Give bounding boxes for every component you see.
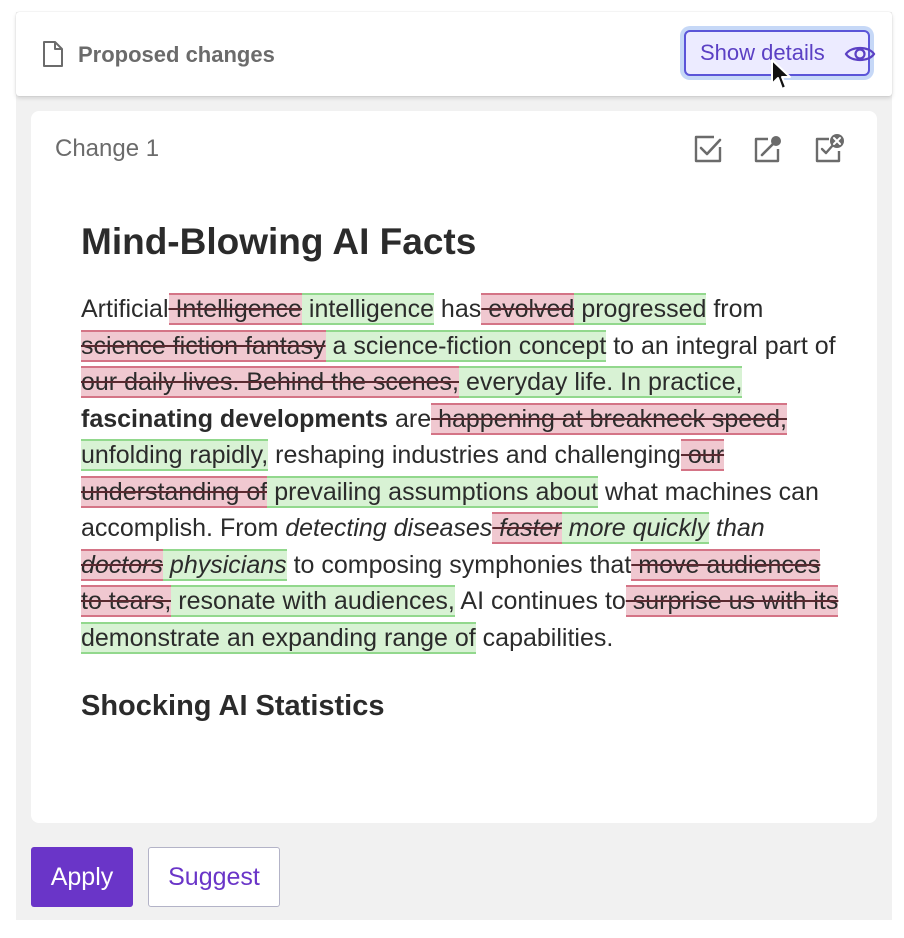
italic-text: detecting diseases [285, 514, 493, 542]
plain-text: AI continues to [454, 587, 626, 615]
share-icon [754, 136, 781, 163]
change-label: Change 1 [55, 135, 160, 162]
insertion-span: more quickly [561, 512, 710, 544]
deletion-span: Intelligence [168, 293, 302, 325]
share-change-button[interactable] [752, 133, 784, 165]
insertion-span: a science-fiction concept [325, 329, 607, 362]
deletion-span: science fiction fantasy [81, 329, 326, 362]
discard-change-button[interactable] [813, 133, 845, 165]
plain-text: capabilities. [475, 623, 614, 652]
plain-text: reshaping industries and challenging [268, 441, 681, 469]
article-subheading: Shocking AI Statistics [81, 690, 385, 722]
insertion-span: everyday life. In practice, [459, 366, 743, 398]
deletion-span: evolved [481, 293, 575, 325]
article-heading: Mind-Blowing AI Facts [81, 221, 477, 262]
deletion-span: surprise us with its [625, 585, 839, 617]
insertion-span: physicians [162, 548, 287, 581]
plain-text: to an integral part of [606, 331, 836, 360]
plain-text: Artificial [81, 295, 169, 323]
deletion-span: our daily lives. Behind the scenes, [81, 366, 459, 398]
show-details-label: Show details [700, 40, 825, 65]
deletion-span: doctors [81, 548, 163, 581]
accept-change-button[interactable] [692, 133, 724, 165]
deletion-span: faster [492, 512, 562, 544]
insertion-span: demonstrate an expanding range of [81, 621, 476, 654]
insertion-span: resonate with audiences, [171, 585, 455, 617]
eye-icon [844, 46, 876, 62]
accept-icon [694, 135, 722, 163]
panel-header: Proposed changes Show details [16, 12, 892, 96]
deletion-span: happening at breakneck speed, [431, 402, 787, 435]
panel-title: Proposed changes [78, 42, 275, 67]
suggest-button[interactable]: Suggest [148, 847, 280, 907]
change-card: Change 1 Mind-Blowing AI Facts Artificia… [31, 111, 877, 823]
plain-text: to composing symphonies that [286, 550, 632, 579]
plain-text: has [433, 295, 482, 323]
italic-text: than [709, 514, 765, 542]
mouse-cursor-icon [771, 59, 791, 90]
insertion-span: unfolding rapidly, [81, 439, 269, 471]
change-content: Mind-Blowing AI Facts Artificial Intelli… [81, 219, 841, 723]
insertion-span: progressed [574, 293, 707, 325]
plain-text: from [706, 295, 764, 323]
bold-text: fascinating developments [81, 404, 389, 433]
plain-text: are [388, 404, 432, 433]
insertion-span: prevailing assumptions about [267, 475, 599, 508]
document-icon [43, 41, 63, 67]
insertion-span: intelligence [301, 293, 434, 325]
article-paragraph: Artificial Intelligence intelligence has… [81, 291, 841, 656]
apply-button[interactable]: Apply [31, 847, 133, 907]
discard-icon [815, 134, 844, 163]
